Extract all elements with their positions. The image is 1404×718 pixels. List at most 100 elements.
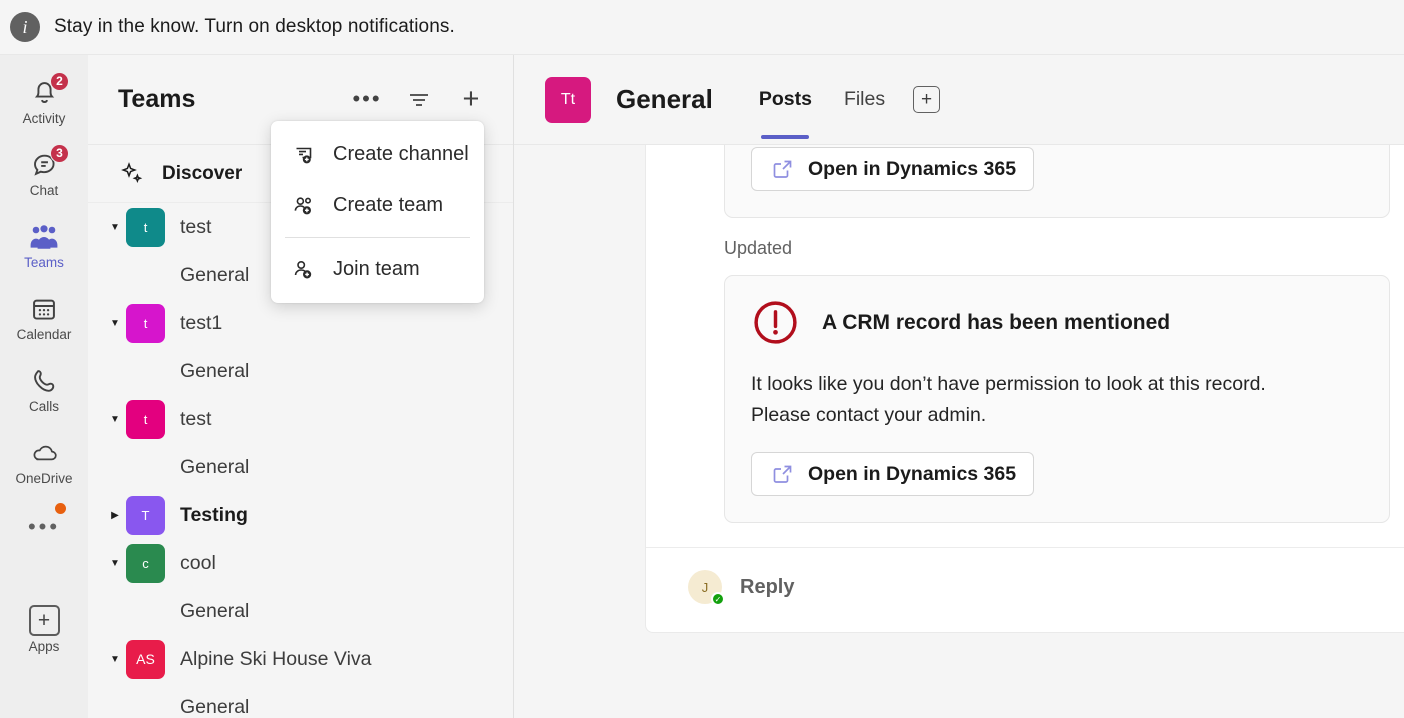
notification-banner[interactable]: i Stay in the know. Turn on desktop noti…	[0, 0, 1404, 55]
teams-app-window: i Stay in the know. Turn on desktop noti…	[0, 0, 1404, 718]
more-apps-button[interactable]: •••	[0, 497, 88, 557]
open-in-dynamics-button[interactable]: Open in Dynamics 365	[751, 452, 1034, 496]
plus-icon: +	[463, 89, 480, 109]
phone-icon	[27, 365, 61, 397]
channel-name: General	[180, 264, 249, 287]
chevron-down-icon[interactable]: ▼	[104, 222, 126, 233]
create-channel-icon	[291, 142, 317, 168]
channel-name: General	[180, 696, 249, 717]
tab-label: Files	[844, 88, 885, 111]
menu-item-create-team[interactable]: Create team	[271, 180, 484, 231]
sidebar-item-label: OneDrive	[15, 472, 72, 486]
channel-header: Tt General Posts Files +	[514, 55, 1404, 145]
sidebar-item-label: Teams	[24, 256, 64, 270]
menu-item-label: Join team	[333, 258, 420, 281]
sidebar-item-teams[interactable]: Teams	[0, 209, 88, 281]
channel-row[interactable]: General	[88, 443, 513, 491]
updated-divider-label: Updated	[646, 218, 1404, 275]
notification-banner-text: Stay in the know. Turn on desktop notifi…	[54, 16, 455, 38]
reply-label: Reply	[740, 576, 794, 599]
sidebar-item-calls[interactable]: Calls	[0, 353, 88, 425]
sidebar-item-apps[interactable]: + Apps	[0, 593, 88, 665]
discover-label: Discover	[162, 163, 242, 185]
sidebar-item-label: Activity	[23, 112, 66, 126]
sidebar-item-activity[interactable]: 2 Activity	[0, 65, 88, 137]
more-horizontal-icon: •••	[28, 523, 60, 532]
card-title: A CRM record has been mentioned	[822, 311, 1170, 335]
sparkle-icon	[120, 161, 146, 187]
presence-available-icon: ✓	[711, 592, 725, 606]
chat-badge: 3	[50, 144, 69, 163]
avatar: c	[126, 544, 165, 583]
calendar-icon	[27, 293, 61, 325]
activity-badge: 2	[50, 72, 69, 91]
channel-name: General	[180, 600, 249, 623]
tab-posts[interactable]: Posts	[743, 55, 828, 145]
add-team-button[interactable]: +	[455, 84, 487, 116]
channel-name: General	[180, 456, 249, 479]
tab-label: Posts	[759, 88, 812, 111]
add-tab-button[interactable]: +	[913, 86, 940, 113]
people-icon	[27, 221, 61, 253]
channel-row[interactable]: General	[88, 347, 513, 395]
channel-row[interactable]: General	[88, 587, 513, 635]
team-row[interactable]: ▶ T Testing	[88, 491, 513, 539]
team-name: Alpine Ski House Viva	[180, 648, 372, 671]
team-row[interactable]: ▼ AS Alpine Ski House Viva	[88, 635, 513, 683]
cloud-icon	[27, 437, 61, 469]
card-body: It looks like you don’t have permission …	[751, 369, 1363, 431]
chevron-down-icon[interactable]: ▼	[104, 654, 126, 665]
chevron-right-icon[interactable]: ▶	[104, 510, 126, 521]
post-thread-card: A CRM record has been mentioned It looks…	[645, 145, 1404, 633]
teams-panel-actions: ••• +	[351, 84, 487, 116]
avatar: t	[126, 400, 165, 439]
reply-row[interactable]: J ✓ Reply	[646, 548, 1404, 604]
team-row[interactable]: ▼ c cool	[88, 539, 513, 587]
sidebar-item-label: Calls	[29, 400, 59, 414]
button-label: Open in Dynamics 365	[808, 158, 1016, 181]
plus-box-icon: +	[921, 92, 932, 107]
menu-separator	[285, 237, 470, 238]
bell-icon: 2	[27, 77, 61, 109]
sidebar-item-label: Calendar	[17, 328, 72, 342]
button-label: Open in Dynamics 365	[808, 463, 1016, 486]
menu-item-join-team[interactable]: Join team	[271, 244, 484, 295]
team-name: Testing	[180, 504, 248, 527]
join-team-icon	[291, 257, 317, 283]
sidebar-item-label: Apps	[29, 640, 60, 654]
menu-item-create-channel[interactable]: Create channel	[271, 129, 484, 180]
team-name: test	[180, 408, 211, 431]
open-in-dynamics-button[interactable]: Open in Dynamics 365	[751, 147, 1034, 191]
team-row[interactable]: ▼ t test	[88, 395, 513, 443]
menu-item-label: Create channel	[333, 143, 469, 166]
card-header: A CRM record has been mentioned	[751, 298, 1363, 347]
open-external-icon	[772, 158, 794, 180]
tab-files[interactable]: Files	[828, 55, 901, 145]
filter-icon	[407, 91, 431, 109]
chevron-down-icon[interactable]: ▼	[104, 318, 126, 329]
avatar: T	[126, 496, 165, 535]
team-name: test	[180, 216, 211, 239]
sidebar-item-label: Chat	[30, 184, 59, 198]
more-options-button[interactable]: •••	[351, 84, 383, 116]
sidebar-item-chat[interactable]: 3 Chat	[0, 137, 88, 209]
chevron-down-icon[interactable]: ▼	[104, 414, 126, 425]
sidebar-item-calendar[interactable]: Calendar	[0, 281, 88, 353]
sidebar-item-onedrive[interactable]: OneDrive	[0, 425, 88, 497]
post-thread-scroll[interactable]: A CRM record has been mentioned It looks…	[514, 145, 1404, 718]
channel-row[interactable]: General	[88, 683, 513, 716]
avatar: AS	[126, 640, 165, 679]
adaptive-card-message: A CRM record has been mentioned It looks…	[724, 275, 1390, 523]
menu-item-label: Create team	[333, 194, 443, 217]
channel-name: General	[180, 360, 249, 383]
more-horizontal-icon: •••	[352, 96, 381, 103]
card-body-line: Please contact your admin.	[751, 400, 1363, 431]
plus-box-icon: +	[27, 605, 61, 637]
chat-bubble-icon: 3	[27, 149, 61, 181]
filter-button[interactable]	[403, 84, 435, 116]
team-row[interactable]: ▼ t test1	[88, 299, 513, 347]
create-team-icon	[291, 193, 317, 219]
avatar: t	[126, 208, 165, 247]
notification-dot-icon	[55, 503, 66, 514]
chevron-down-icon[interactable]: ▼	[104, 558, 126, 569]
